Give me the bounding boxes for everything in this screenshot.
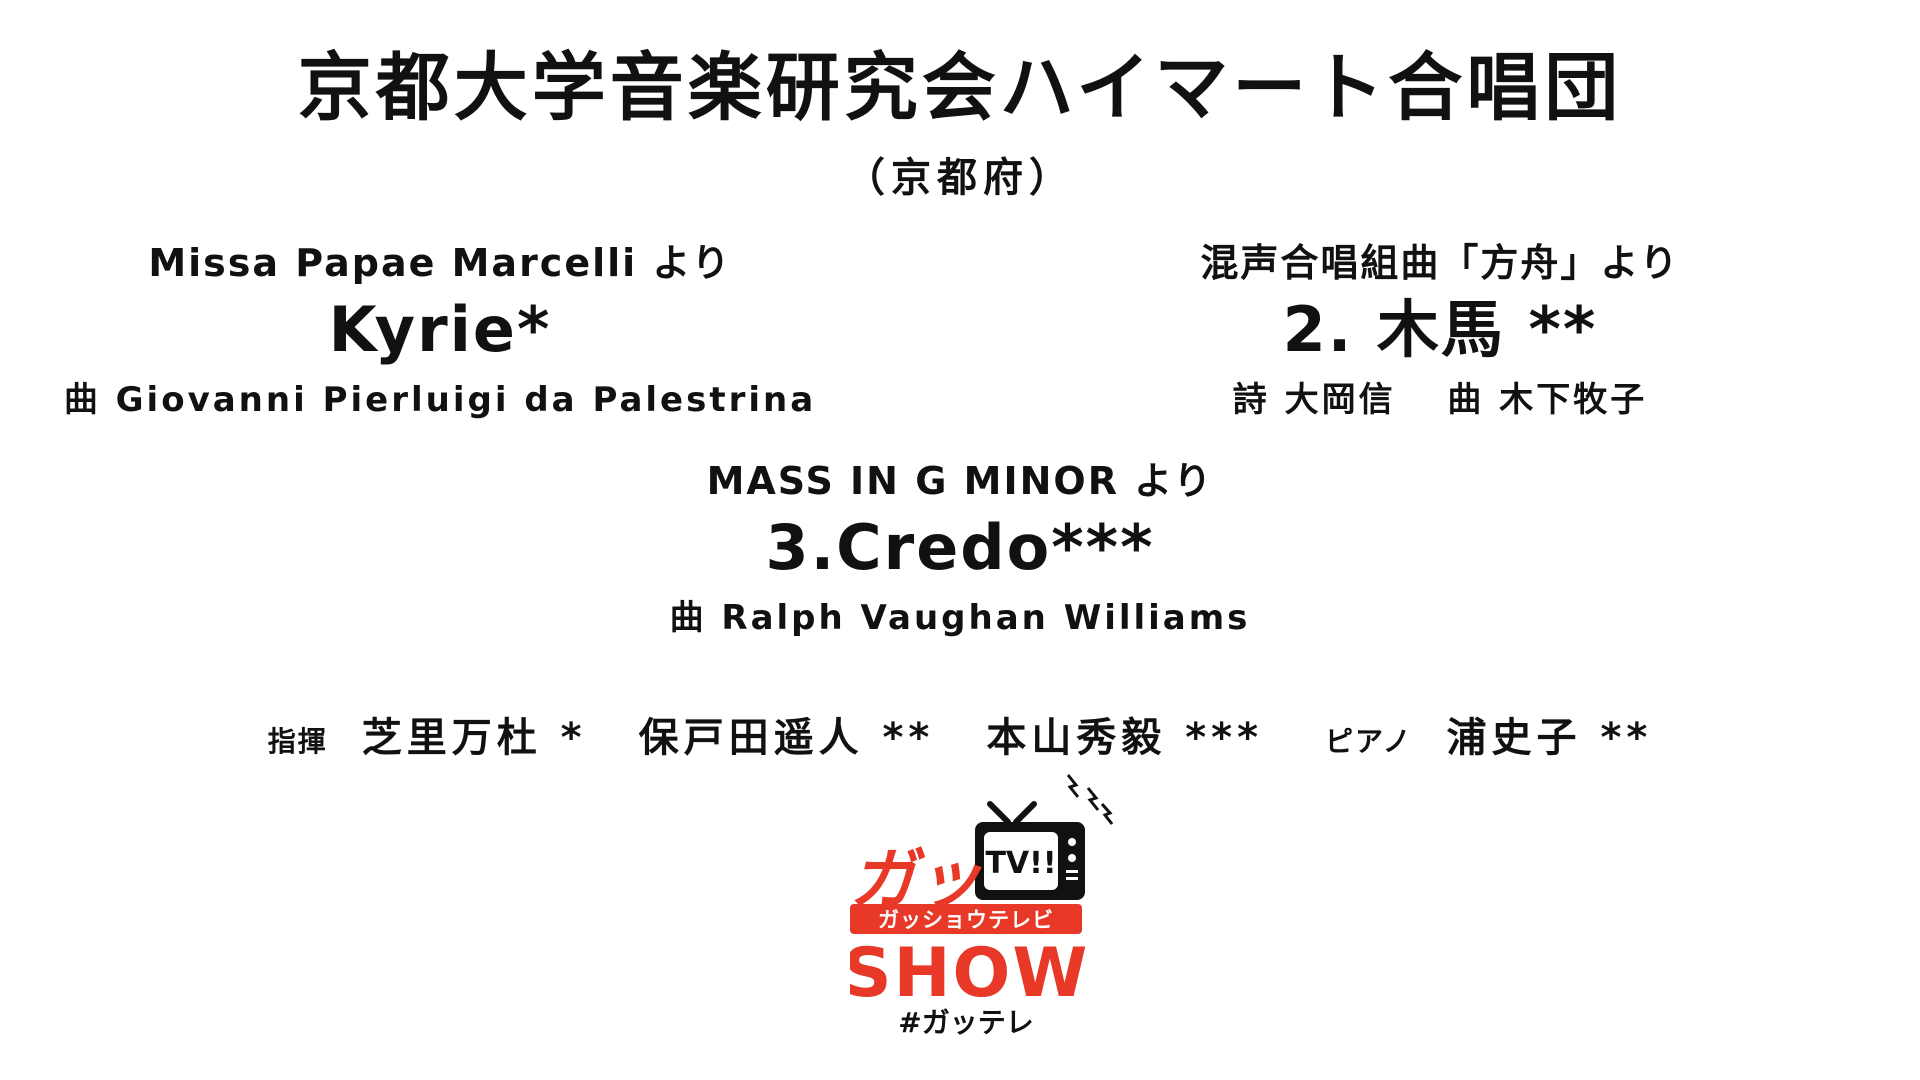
logo-hashtag: #ガッテレ: [898, 1006, 1033, 1039]
gattere-show-logo: TV!! ガッ ガッショウテレビ SHOW #ガッテレ: [850, 774, 1114, 1039]
tv-antenna-icon: [987, 801, 1037, 825]
tv-speaker: [1066, 870, 1078, 873]
conductor-label: 指揮: [267, 725, 328, 758]
piece-source: MASS IN G MINOR より: [706, 459, 1214, 503]
piece-title: 3.Credo***: [765, 511, 1155, 584]
piece-credit: 曲 Giovanni Pierluigi da Palestrina: [63, 380, 817, 420]
piece-source: Missa Papae Marcelli より: [148, 241, 732, 285]
choir-name: 京都大学音楽研究会ハイマート合唱団: [297, 45, 1623, 131]
tv-knob: [1068, 854, 1076, 862]
piece-credit: 曲 Ralph Vaughan Williams: [669, 598, 1251, 638]
logo-subtitle-text: ガッショウテレビ: [878, 908, 1054, 932]
piano-label: ピアノ: [1325, 725, 1413, 758]
music-notes-icon: [1066, 774, 1114, 825]
conductor-name: 芝里万杜 *: [361, 715, 587, 761]
piece-credo: MASS IN G MINOR より 3.Credo*** 曲 Ralph Va…: [560, 458, 1360, 640]
conductor-name: 保戸田遥人 **: [638, 715, 935, 761]
tv-speaker: [1066, 877, 1078, 880]
staff-credits: 指揮 芝里万杜 * 保戸田遥人 ** 本山秀毅 *** ピアノ 浦史子 **: [0, 705, 1920, 763]
logo-tv-text: TV!!: [985, 846, 1056, 881]
piece-kyrie: Missa Papae Marcelli より Kyrie* 曲 Giovann…: [40, 240, 840, 422]
choir-prefecture: （京都府）: [845, 155, 1075, 201]
piece-title: 2. 木馬 **: [1282, 293, 1598, 366]
tv-knob: [1068, 838, 1076, 846]
pianist-name: 浦史子 **: [1446, 715, 1653, 761]
conductor-name: 本山秀毅 ***: [986, 715, 1264, 761]
piece-title: Kyrie*: [328, 293, 552, 366]
piece-mokuba: 混声合唱組曲「方舟」より 2. 木馬 ** 詩 大岡信 曲 木下牧子: [1040, 240, 1840, 422]
piece-source: 混声合唱組曲「方舟」より: [1200, 241, 1680, 285]
piece-credit: 詩 大岡信 曲 木下牧子: [1232, 380, 1648, 420]
logo-show-text: SHOW: [850, 934, 1089, 1013]
